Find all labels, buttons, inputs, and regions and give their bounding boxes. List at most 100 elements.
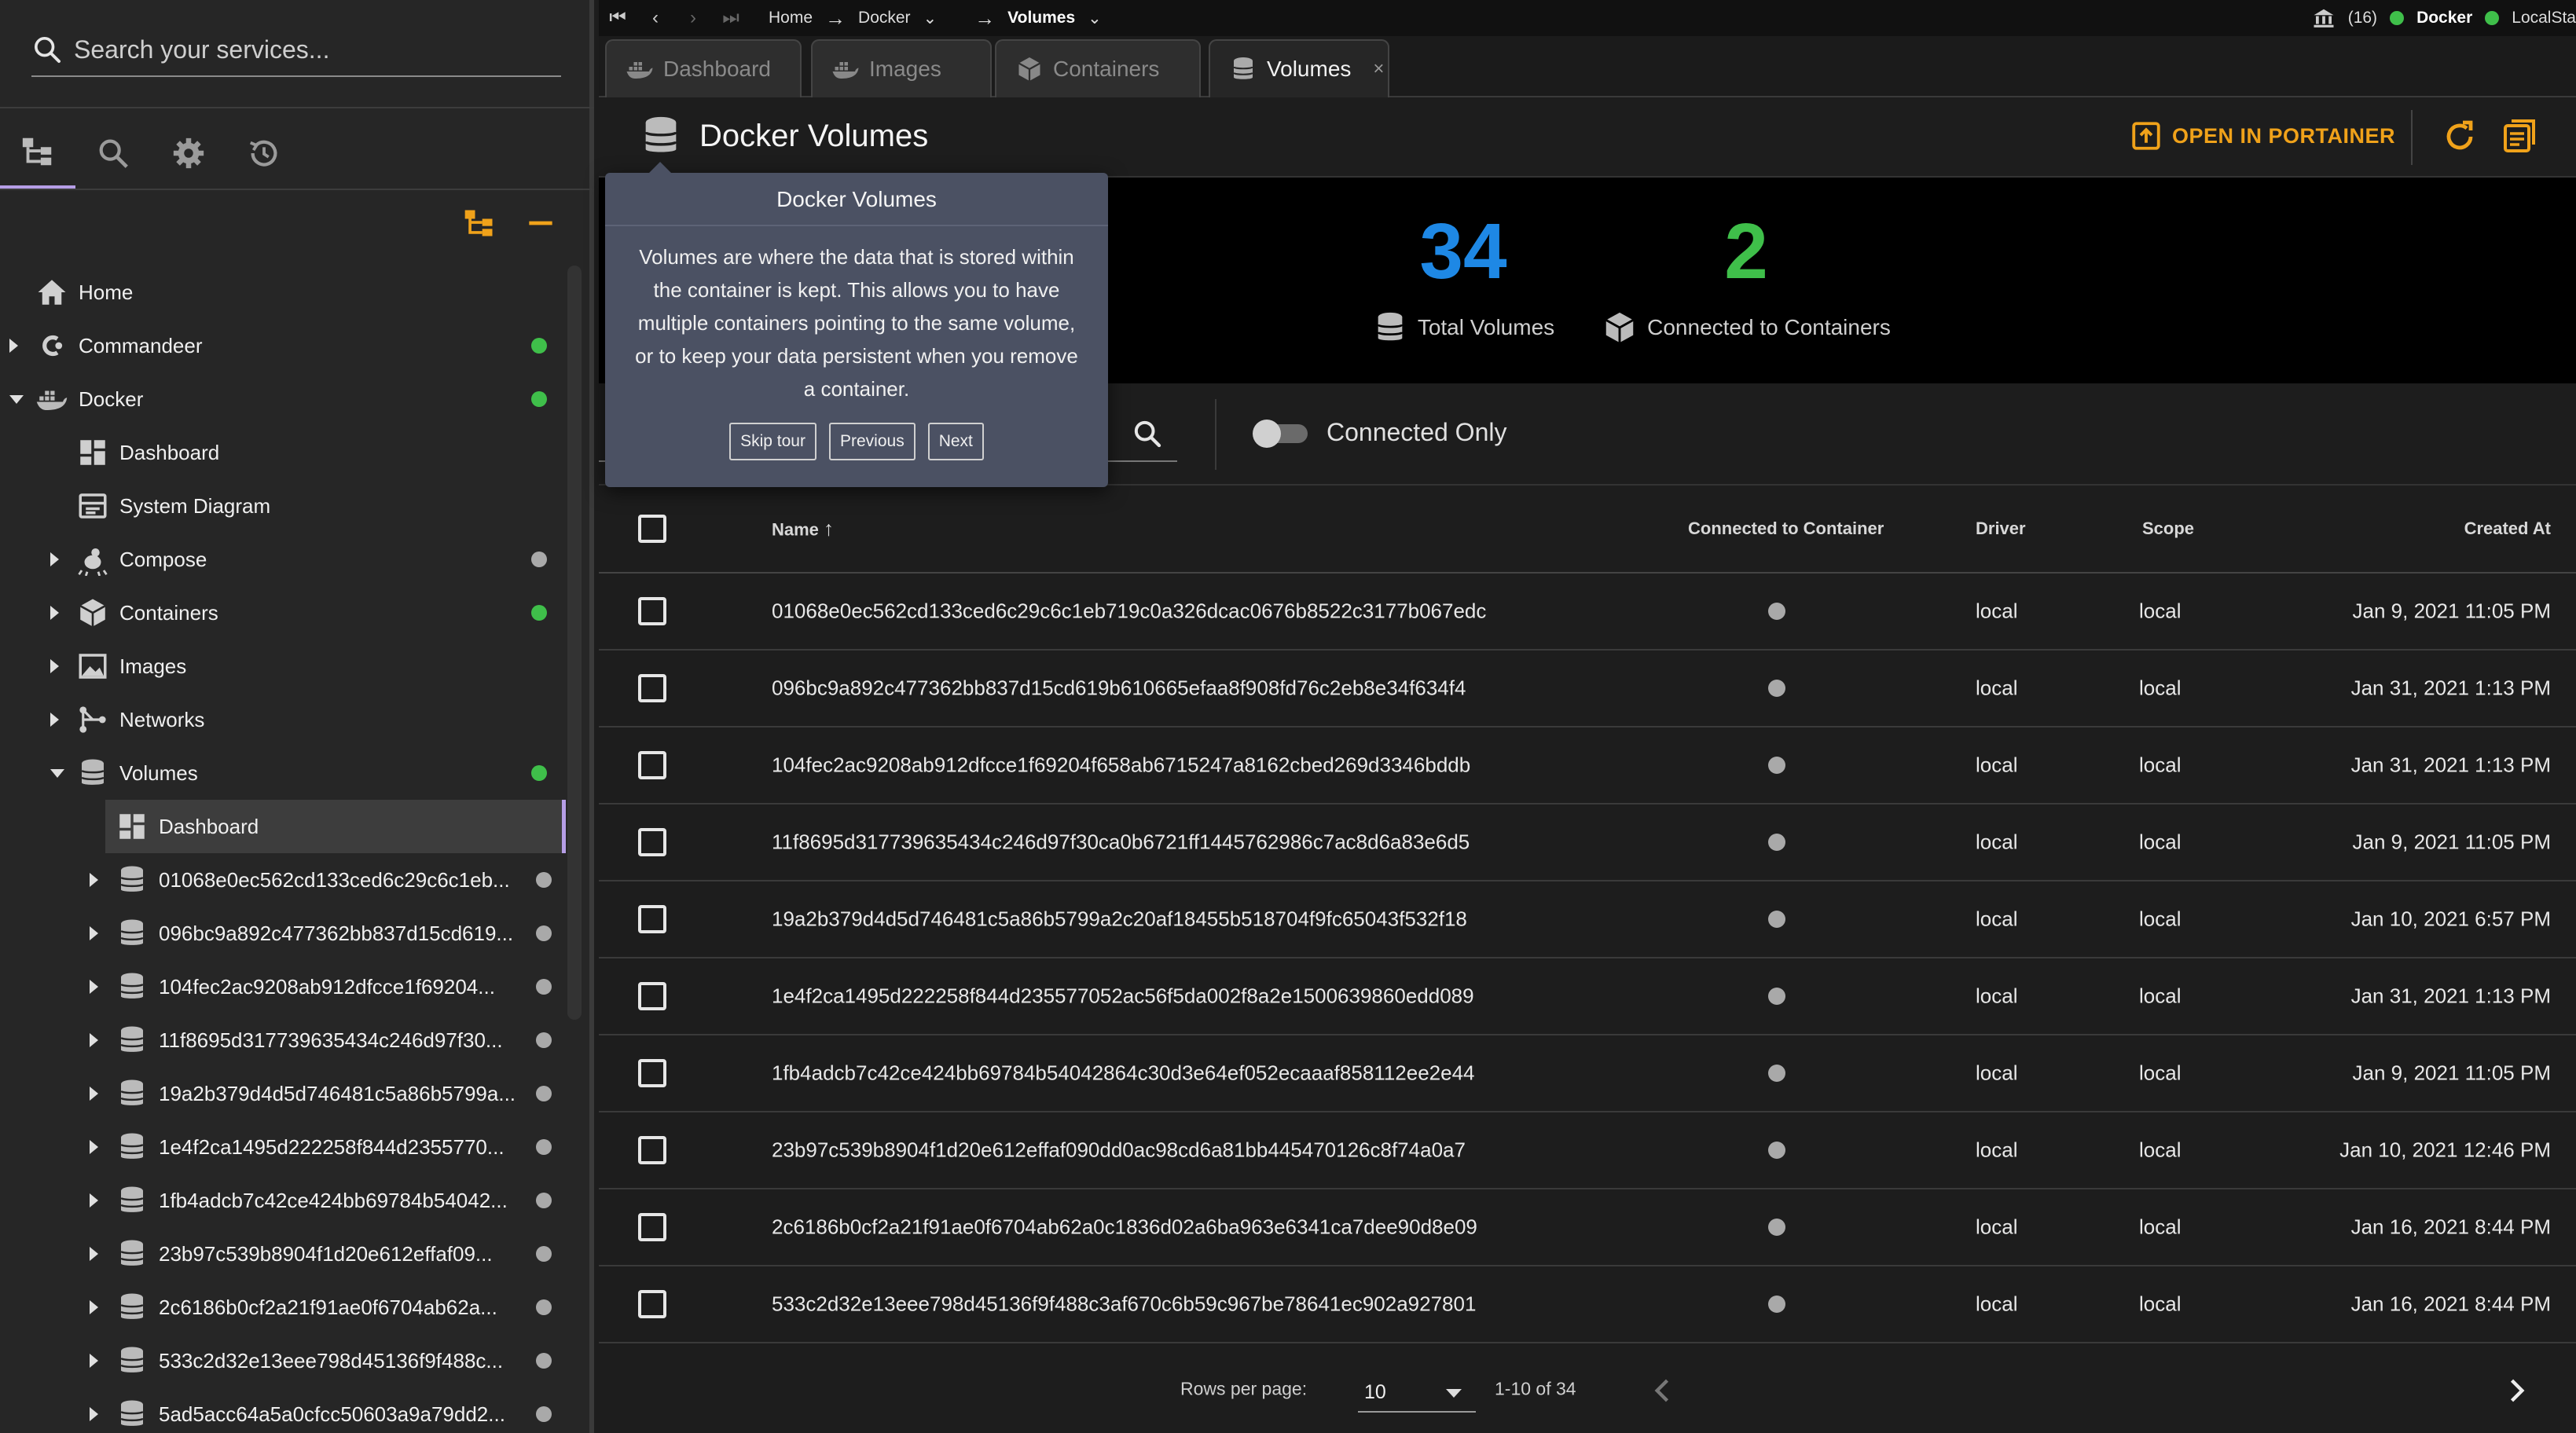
row-checkbox[interactable] xyxy=(638,751,666,779)
tree-item[interactable]: Containers xyxy=(0,586,566,640)
sidebar-scrollbar[interactable] xyxy=(567,266,582,1020)
tree-item[interactable]: 23b97c539b8904f1d20e612effaf09... xyxy=(0,1227,566,1281)
tree-item[interactable]: 19a2b379d4d5d746481c5a86b5799a... xyxy=(0,1067,566,1120)
caret-right-icon[interactable] xyxy=(90,926,98,940)
open-in-portainer-button[interactable]: OPEN IN PORTAINER xyxy=(2130,119,2395,152)
caret-right-icon[interactable] xyxy=(90,1354,98,1368)
back-icon[interactable]: ‹ xyxy=(637,7,674,29)
refresh-button[interactable] xyxy=(2441,118,2479,156)
tree-item[interactable]: Dashboard xyxy=(105,800,566,853)
next-page-button[interactable] xyxy=(2499,1373,2534,1408)
table-row[interactable]: 1fb4adcb7c42ce424bb69784b54042864c30d3e6… xyxy=(599,1035,2576,1112)
caret-right-icon[interactable] xyxy=(50,606,59,620)
row-checkbox[interactable] xyxy=(638,1136,666,1164)
column-created[interactable]: Created At xyxy=(2464,519,2551,539)
bank-icon[interactable] xyxy=(2312,6,2336,30)
row-checkbox[interactable] xyxy=(638,1059,666,1087)
tab-volumes[interactable]: Volumes × xyxy=(1209,39,1389,97)
column-scope[interactable]: Scope xyxy=(2142,519,2194,539)
select-all-checkbox[interactable] xyxy=(638,515,666,543)
tree-item[interactable]: System Diagram xyxy=(0,479,566,533)
caret-right-icon[interactable] xyxy=(9,339,18,353)
table-row[interactable]: 096bc9a892c477362bb837d15cd619b610665efa… xyxy=(599,651,2576,727)
next-button[interactable]: Next xyxy=(927,423,984,460)
connected-only-toggle[interactable] xyxy=(1253,420,1309,448)
column-name[interactable]: Name ↑ xyxy=(772,517,834,541)
tree-item[interactable]: 096bc9a892c477362bb837d15cd619... xyxy=(0,907,566,960)
service-search-input[interactable] xyxy=(74,35,545,64)
logs-button[interactable] xyxy=(2501,118,2538,156)
caret-right-icon[interactable] xyxy=(90,1247,98,1261)
tab-dashboard[interactable]: Dashboard xyxy=(605,39,802,97)
caret-right-icon[interactable] xyxy=(50,552,59,566)
caret-right-icon[interactable] xyxy=(90,1193,98,1208)
tab-images[interactable]: Images xyxy=(811,39,992,97)
tree-item[interactable]: Docker xyxy=(0,372,566,426)
settings-tab[interactable] xyxy=(151,118,226,189)
table-row[interactable]: 11f8695d317739635434c246d97f30ca0b6721ff… xyxy=(599,804,2576,881)
breadcrumb-volumes[interactable]: Volumes xyxy=(1007,9,1075,27)
rows-per-page-select[interactable]: 10 xyxy=(1358,1373,1476,1413)
column-connected[interactable]: Connected to Container xyxy=(1688,519,1884,539)
caret-right-icon[interactable] xyxy=(90,980,98,994)
previous-button[interactable]: Previous xyxy=(828,423,916,460)
tree-item[interactable]: 1e4f2ca1495d222258f844d2355770... xyxy=(0,1120,566,1174)
tree-item[interactable]: 2c6186b0cf2a21f91ae0f6704ab62a... xyxy=(0,1281,566,1334)
tab-containers[interactable]: Containers xyxy=(995,39,1201,97)
env-localstack[interactable]: LocalSta xyxy=(2512,9,2576,27)
tree-item[interactable]: 01068e0ec562cd133ced6c29c6c1eb... xyxy=(0,853,566,907)
caret-down-icon[interactable] xyxy=(50,769,64,778)
sidebar-search[interactable] xyxy=(31,24,561,77)
row-checkbox[interactable] xyxy=(638,674,666,702)
caret-right-icon[interactable] xyxy=(90,1407,98,1421)
chevron-down-icon[interactable]: ⌄ xyxy=(923,9,938,28)
tree-item[interactable]: Volumes xyxy=(0,746,566,800)
close-icon[interactable]: × xyxy=(1373,58,1384,80)
search-tab[interactable] xyxy=(75,118,151,189)
tree-item[interactable]: Images xyxy=(0,640,566,693)
tree-view-tab[interactable] xyxy=(0,118,75,189)
forward-icon[interactable]: › xyxy=(674,7,712,29)
tree-item[interactable]: Dashboard xyxy=(0,426,566,479)
caret-right-icon[interactable] xyxy=(50,659,59,673)
table-row[interactable]: 19a2b379d4d5d746481c5a86b5799a2c20af1845… xyxy=(599,881,2576,958)
tree-item[interactable]: Commandeer xyxy=(0,319,566,372)
caret-right-icon[interactable] xyxy=(90,1033,98,1047)
caret-down-icon[interactable] xyxy=(9,395,24,404)
table-row[interactable]: 2c6186b0cf2a21f91ae0f6704ab62a0c1836d02a… xyxy=(599,1189,2576,1266)
prev-page-button[interactable] xyxy=(1646,1373,1680,1408)
first-page-icon[interactable]: ⏮ xyxy=(599,7,637,29)
row-checkbox[interactable] xyxy=(638,982,666,1010)
tree-item[interactable]: 533c2d32e13eee798d45136f9f488c... xyxy=(0,1334,566,1387)
tree-item[interactable]: 11f8695d317739635434c246d97f30... xyxy=(0,1013,566,1067)
tree-item[interactable]: 104fec2ac9208ab912dfcce1f69204... xyxy=(0,960,566,1013)
breadcrumb-docker[interactable]: Docker xyxy=(858,9,911,27)
table-row[interactable]: 23b97c539b8904f1d20e612effaf090dd0ac98cd… xyxy=(599,1112,2576,1189)
table-row[interactable]: 104fec2ac9208ab912dfcce1f69204f658ab6715… xyxy=(599,727,2576,804)
table-row[interactable]: 533c2d32e13eee798d45136f9f488c3af670c6b5… xyxy=(599,1266,2576,1343)
chevron-down-icon[interactable]: ⌄ xyxy=(1088,9,1102,28)
table-row[interactable]: 1e4f2ca1495d222258f844d235577052ac56f5da… xyxy=(599,958,2576,1035)
env-docker[interactable]: Docker xyxy=(2416,9,2472,27)
caret-right-icon[interactable] xyxy=(90,1087,98,1101)
caret-right-icon[interactable] xyxy=(90,1300,98,1314)
row-checkbox[interactable] xyxy=(638,828,666,856)
row-checkbox[interactable] xyxy=(638,905,666,933)
skip-tour-button[interactable]: Skip tour xyxy=(729,423,816,460)
search-icon[interactable] xyxy=(1132,418,1163,449)
caret-right-icon[interactable] xyxy=(90,873,98,887)
history-tab[interactable] xyxy=(226,118,302,189)
tree-item[interactable]: Networks xyxy=(0,693,566,746)
tree-item[interactable]: 5ad5acc64a5a0cfcc50603a9a79dd2... xyxy=(0,1387,566,1433)
breadcrumb-home[interactable]: Home xyxy=(769,9,813,27)
collapse-all-icon[interactable] xyxy=(523,206,558,240)
row-checkbox[interactable] xyxy=(638,597,666,625)
expand-tree-icon[interactable] xyxy=(462,206,497,240)
caret-right-icon[interactable] xyxy=(50,713,59,727)
last-page-icon[interactable]: ⏭ xyxy=(712,7,750,29)
connected-only-label[interactable]: Connected Only xyxy=(1327,418,1506,447)
table-row[interactable]: 01068e0ec562cd133ced6c29c6c1eb719c0a326d… xyxy=(599,574,2576,651)
row-checkbox[interactable] xyxy=(638,1213,666,1241)
tree-item[interactable]: Compose xyxy=(0,533,566,586)
column-driver[interactable]: Driver xyxy=(1976,519,2026,539)
